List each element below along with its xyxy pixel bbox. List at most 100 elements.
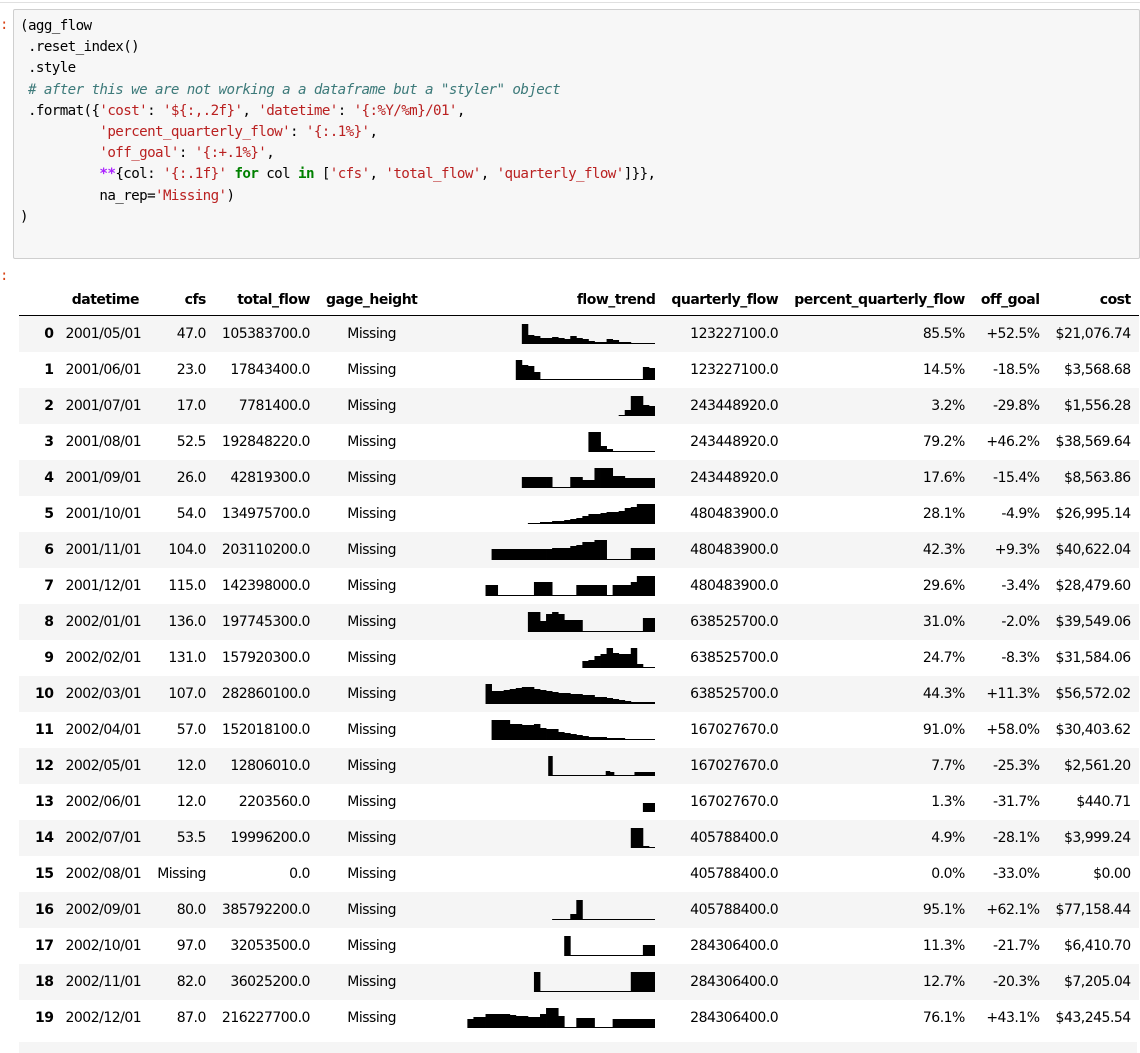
sparkline-bar <box>534 522 541 524</box>
cell-percent-quarterly-flow: 7.7% <box>931 757 965 774</box>
sparkline-bar <box>564 486 572 488</box>
sparkline-bar <box>573 774 578 776</box>
sparkline-bar <box>552 1007 559 1028</box>
sparkline-bar <box>546 476 553 488</box>
sparkline-bar <box>606 990 614 992</box>
sparkline-bar <box>522 548 529 560</box>
table-row: 10 2002/03/01 107.0 282860100.0 Missing 63852… <box>19 675 1139 712</box>
sparkline-bar <box>576 476 584 488</box>
code-cell-editor[interactable]: (agg_flow .reset_index() .style # after … <box>13 9 1140 259</box>
sparkline-bar <box>614 774 619 776</box>
sparkline-bar <box>473 1016 481 1028</box>
sparkline-bar <box>556 774 562 776</box>
sparkline-bar <box>613 339 620 344</box>
table-row: 9 2002/02/01 131.0 157920300.0 Missing 638525… <box>19 640 1139 676</box>
cell-total-flow: 17843400.0 <box>230 361 310 378</box>
cell-datetime: 2001/08/01 <box>65 433 142 450</box>
sparkline-bar <box>631 971 638 992</box>
sparkline-bar <box>600 1026 608 1028</box>
cell-cfs: 80.0 <box>176 901 207 918</box>
cell-cfs: 12.0 <box>176 793 207 810</box>
cell-cfs: 57.0 <box>176 721 207 738</box>
cell-cost: $56,572.02 <box>1055 685 1132 702</box>
cell-datetime: 2001/06/01 <box>65 361 142 378</box>
sparkline-bar <box>631 1018 638 1028</box>
sparkline-bar <box>649 617 656 632</box>
sparkline-bar <box>522 323 529 344</box>
sparkline-bar <box>619 653 626 668</box>
cell-quarterly-flow: 638525700.0 <box>690 649 779 666</box>
sparkline-bar <box>649 918 656 920</box>
sparkline-bar <box>552 594 559 596</box>
sparkline-bar <box>594 736 602 740</box>
sparkline-bar <box>588 584 596 596</box>
sparkline-bar <box>643 738 650 740</box>
sparkline-bar <box>647 771 652 776</box>
cell-total-flow: 2203560.0 <box>238 793 311 810</box>
sparkline-bar <box>643 503 650 524</box>
cell-cost: $77,158.44 <box>1055 901 1132 918</box>
cell-datetime: 2002/04/01 <box>65 721 142 738</box>
cell-gage-height: Missing <box>347 541 397 558</box>
cell-percent-quarterly-flow: 0.0% <box>931 865 965 882</box>
sparkline-bar <box>479 1016 487 1028</box>
cell-datetime: 2001/07/01 <box>65 397 142 414</box>
sparkline-bar <box>570 733 578 740</box>
cell-percent-quarterly-flow: 31.0% <box>922 613 965 630</box>
sparkline-bar <box>534 371 541 380</box>
sparkline-bar <box>582 338 590 344</box>
flow-trend-sparkline <box>425 892 663 928</box>
sparkline-bar <box>528 522 535 524</box>
sparkline-bar <box>649 846 656 848</box>
sparkline-bar <box>631 630 638 632</box>
sparkline-bar <box>613 630 620 632</box>
sparkline-bar <box>619 378 626 380</box>
sparkline-bar <box>540 620 547 632</box>
sparkline-bar <box>582 954 590 956</box>
sparkline-bar <box>570 913 578 920</box>
cell-off-goal: -20.3% <box>993 973 1040 990</box>
cell-total-flow: 157920300.0 <box>221 649 311 666</box>
sparkline-bar <box>546 378 553 380</box>
sparkline-bar <box>619 1018 626 1028</box>
column-header-flow-trend: flow_trend <box>425 284 664 316</box>
cell-datetime: 2002/01/01 <box>65 613 142 630</box>
sparkline-bar <box>593 774 599 776</box>
sparkline-bar <box>582 918 590 920</box>
cell-cfs: 17.0 <box>176 397 207 414</box>
sparkline-bar <box>498 594 505 596</box>
cell-off-goal: +52.5% <box>986 325 1040 342</box>
sparkline-svg <box>619 395 656 416</box>
sparkline-bar <box>600 696 608 704</box>
sparkline-bar <box>600 954 608 956</box>
sparkline-bar <box>600 512 608 524</box>
cell-percent-quarterly-flow: 91.0% <box>922 721 965 738</box>
cell-gage-height: Missing <box>347 757 397 774</box>
sparkline-bar <box>582 541 590 560</box>
cell-gage-height: Missing <box>347 1009 397 1026</box>
cell-quarterly-flow: 405788400.0 <box>690 901 779 918</box>
cell-off-goal: +46.2% <box>986 433 1040 450</box>
sparkline-bar <box>643 575 650 596</box>
cell-cost: $2,561.20 <box>1063 757 1131 774</box>
sparkline-bar <box>582 990 590 992</box>
cell-off-goal: -33.0% <box>993 865 1040 882</box>
sparkline-bar <box>600 918 608 920</box>
code-line: na_rep='Missing') <box>20 186 1139 207</box>
sparkline-bar <box>606 770 611 776</box>
flow-trend-sparkline <box>425 820 663 856</box>
cell-quarterly-flow: 167027670.0 <box>690 757 779 774</box>
sparkline-bar <box>619 475 626 488</box>
sparkline-bar <box>564 732 572 740</box>
sparkline-bar <box>522 476 529 488</box>
cell-gage-height: Missing <box>347 973 397 990</box>
cell-cfs: 136.0 <box>168 613 206 630</box>
cell-index: 4 <box>44 469 54 486</box>
cell-datetime: 2001/12/01 <box>65 577 142 594</box>
sparkline-bar <box>622 774 628 776</box>
sparkline-bar <box>504 1013 511 1028</box>
cell-percent-quarterly-flow: 4.9% <box>931 829 965 846</box>
sparkline-bar <box>589 774 595 776</box>
code-token: 'off_goal' <box>99 145 179 162</box>
cell-quarterly-flow: 480483900.0 <box>690 541 779 558</box>
